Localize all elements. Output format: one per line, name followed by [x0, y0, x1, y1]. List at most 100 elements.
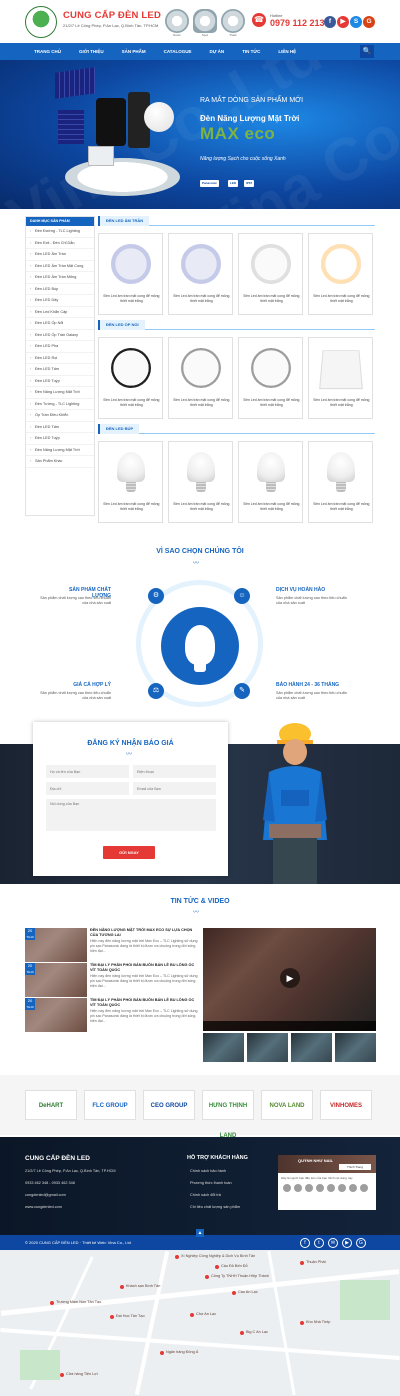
facebook-like-button[interactable]: Thích Trang — [339, 1164, 371, 1170]
product-image[interactable] — [181, 348, 221, 388]
sidebar-item[interactable]: Sản Phẩm Khác — [26, 456, 94, 468]
product-card[interactable]: Đèn Led âm trần mặt cong để mỏng thiết m… — [308, 441, 373, 523]
email-field[interactable] — [133, 782, 216, 795]
sidebar-item[interactable]: Đèn Exit - Đèn Chỉ Dẫn — [26, 238, 94, 249]
map-poi-label[interactable]: Cầu An Lạc — [238, 1290, 258, 1294]
map-poi-label[interactable]: Big C An Lạc — [246, 1330, 268, 1334]
sidebar-item[interactable]: Đèn LED Tuýp — [26, 376, 94, 387]
product-caption[interactable]: Đèn Led âm trần mặt cong để mỏng thiết m… — [173, 294, 230, 303]
social-icon[interactable]: ✉ — [328, 1238, 338, 1248]
sidebar-item[interactable]: Ổp Trần Điều Khiển — [26, 410, 94, 422]
partner-logo[interactable]: CEO GROUP — [143, 1090, 195, 1120]
sidebar-item[interactable]: Đèn LED Búp — [26, 284, 94, 295]
footer-link[interactable]: Chính sách đổi trả — [190, 1193, 221, 1197]
address-field[interactable] — [46, 782, 129, 795]
map-pin[interactable] — [215, 1265, 219, 1269]
map-poi-label[interactable]: Kho Nhà Thép — [306, 1320, 330, 1324]
map-poi-label[interactable]: Ngân hàng Đông Á — [166, 1350, 198, 1354]
map-poi-label[interactable]: Cầu Đỏ Bến Đỗ — [221, 1264, 248, 1268]
product-image[interactable] — [319, 350, 363, 390]
product-caption[interactable]: Đèn Led âm trần mặt cong để mỏng thiết m… — [313, 502, 370, 511]
news-title[interactable]: ĐÈN NĂNG LƯỢNG MẶT TRỜI MAX ECO SỰ LỰA C… — [90, 928, 200, 938]
product-image[interactable] — [111, 348, 151, 388]
product-card[interactable]: Đèn Led âm trần mặt cong để mỏng thiết m… — [168, 441, 233, 523]
sidebar-item[interactable]: Đèn LED Ốp Trần Galaxy — [26, 330, 94, 341]
map-pin[interactable] — [110, 1315, 114, 1319]
youtube-icon[interactable]: ▶ — [337, 16, 349, 28]
nav-item-1[interactable]: GIỚI THIỆU — [70, 43, 113, 60]
footer-link[interactable]: Chính sách bảo hành — [190, 1169, 226, 1173]
hotline-number[interactable]: 0979 112 213 — [270, 18, 325, 28]
news-title[interactable]: TÌM ĐẠI LÝ PHÂN PHỐI BÁN BUÔN BÁN LẺ BU … — [90, 998, 200, 1008]
product-caption[interactable]: Đèn Led âm trần mặt cong để mỏng thiết m… — [243, 502, 300, 511]
sidebar-item[interactable]: Đèn Năng Lượng Mặt Trời — [26, 387, 94, 399]
nav-item-5[interactable]: TIN TỨC — [233, 43, 269, 60]
map-poi-label[interactable]: Thuận Phát — [306, 1260, 326, 1264]
map-poi-label[interactable]: Cửa hàng Tiện Lợi — [66, 1372, 98, 1376]
play-icon[interactable]: ▶ — [280, 968, 300, 988]
partner-logo[interactable]: DeHART — [25, 1090, 77, 1120]
video-controls[interactable] — [203, 1021, 376, 1031]
product-image[interactable] — [181, 244, 221, 284]
sidebar-item[interactable]: Đèn Năng Lượng Mặt Trời — [26, 445, 94, 456]
product-card[interactable]: Đèn Led âm trần mặt cong để mỏng thiết m… — [238, 233, 303, 315]
nav-item-6[interactable]: LIÊN HỆ — [269, 43, 305, 60]
video-thumbnail[interactable] — [335, 1033, 376, 1062]
map-poi-label[interactable]: Chợ An Lạc — [196, 1312, 216, 1316]
social-icon[interactable]: ▶ — [342, 1238, 352, 1248]
sidebar-item[interactable]: Đèn Đường - TLC Lighting — [26, 226, 94, 238]
product-image[interactable] — [111, 244, 151, 284]
product-caption[interactable]: Đèn Led âm trần mặt cong để mỏng thiết m… — [173, 502, 230, 511]
name-field[interactable] — [46, 765, 129, 778]
map-poi-label[interactable]: Khách sạn Bình Tân — [126, 1284, 160, 1288]
product-image[interactable] — [257, 452, 285, 482]
product-card[interactable]: Đèn Led âm trần mặt cong để mỏng thiết m… — [168, 337, 233, 419]
product-caption[interactable]: Đèn Led âm trần mặt cong để mỏng thiết m… — [103, 294, 160, 303]
product-image[interactable] — [327, 452, 355, 482]
sidebar-item[interactable]: Đèn Led Khẩn Cấp — [26, 307, 94, 318]
product-caption[interactable]: Đèn Led âm trần mặt cong để mỏng thiết m… — [243, 398, 300, 407]
product-image[interactable] — [251, 244, 291, 284]
sidebar-item[interactable]: Đèn LED Tấm — [26, 422, 94, 433]
footer-link[interactable]: Chi tiêu chất lượng sản phẩm — [190, 1205, 240, 1209]
product-card[interactable]: Đèn Led âm trần mặt cong để mỏng thiết m… — [168, 233, 233, 315]
product-card[interactable]: Đèn Led âm trần mặt cong để mỏng thiết m… — [238, 337, 303, 419]
google-plus-icon[interactable]: G — [363, 16, 375, 28]
video-thumbnail[interactable] — [291, 1033, 332, 1062]
footer-website[interactable]: www.cungdenled.com — [25, 1205, 62, 1209]
map-pin[interactable] — [240, 1331, 244, 1335]
search-icon[interactable]: 🔍 — [360, 45, 374, 58]
footer-email[interactable]: congdenled@gmail.com — [25, 1193, 66, 1197]
skype-icon[interactable]: S — [350, 16, 362, 28]
sidebar-item[interactable]: Đèn LED Âm Trần Mặt Cong — [26, 261, 94, 272]
sidebar-item[interactable]: Đèn LED Âm Trần Mỏng — [26, 272, 94, 284]
product-card[interactable]: Đèn Led âm trần mặt cong để mỏng thiết m… — [308, 337, 373, 419]
submit-button[interactable]: GỬI NGAY — [103, 846, 155, 859]
product-image[interactable] — [187, 452, 215, 482]
nav-item-2[interactable]: SẢN PHẨM — [113, 43, 155, 60]
product-image[interactable] — [117, 452, 145, 482]
sidebar-item[interactable]: Đèn LED Ốp Nổi — [26, 318, 94, 330]
map-pin[interactable] — [60, 1373, 64, 1377]
partner-logo[interactable]: NOVA LAND — [261, 1090, 313, 1120]
product-card[interactable]: Đèn Led âm trần mặt cong để mỏng thiết m… — [98, 337, 163, 419]
map-poi-label[interactable]: Đại Học Tân Tạo — [116, 1314, 145, 1318]
map[interactable]: Xí Nghiệp Công Nghiệp & Dịch Vụ Bình Tân… — [0, 1250, 400, 1396]
footer-phone[interactable]: 0933 462 348 - 0933 462 348 — [25, 1181, 75, 1185]
social-icon[interactable]: t — [314, 1238, 324, 1248]
sidebar-item[interactable]: Đèn Tường - TLC Lighting — [26, 399, 94, 410]
product-caption[interactable]: Đèn Led âm trần mặt cong để mỏng thiết m… — [173, 398, 230, 407]
sidebar-item[interactable]: Đèn LED Dây — [26, 295, 94, 307]
map-poi-label[interactable]: Xí Nghiệp Công Nghiệp & Dịch Vụ Bình Tân — [181, 1254, 255, 1258]
phone-field[interactable] — [133, 765, 216, 778]
facebook-page-name[interactable]: QUỲNH NHƯ NAIL — [298, 1158, 333, 1163]
map-pin[interactable] — [205, 1275, 209, 1279]
product-card[interactable]: Đèn Led âm trần mặt cong để mỏng thiết m… — [308, 233, 373, 315]
sidebar-item[interactable]: Đèn LED Tuýp — [26, 433, 94, 445]
footer-link[interactable]: Phương thức thanh toán — [190, 1181, 232, 1185]
sidebar-item[interactable]: Đèn LED Tấm — [26, 364, 94, 376]
map-pin[interactable] — [300, 1261, 304, 1265]
map-pin[interactable] — [232, 1291, 236, 1295]
product-caption[interactable]: Đèn Led âm trần mặt cong để mỏng thiết m… — [313, 398, 370, 407]
social-icon[interactable]: G — [356, 1238, 366, 1248]
